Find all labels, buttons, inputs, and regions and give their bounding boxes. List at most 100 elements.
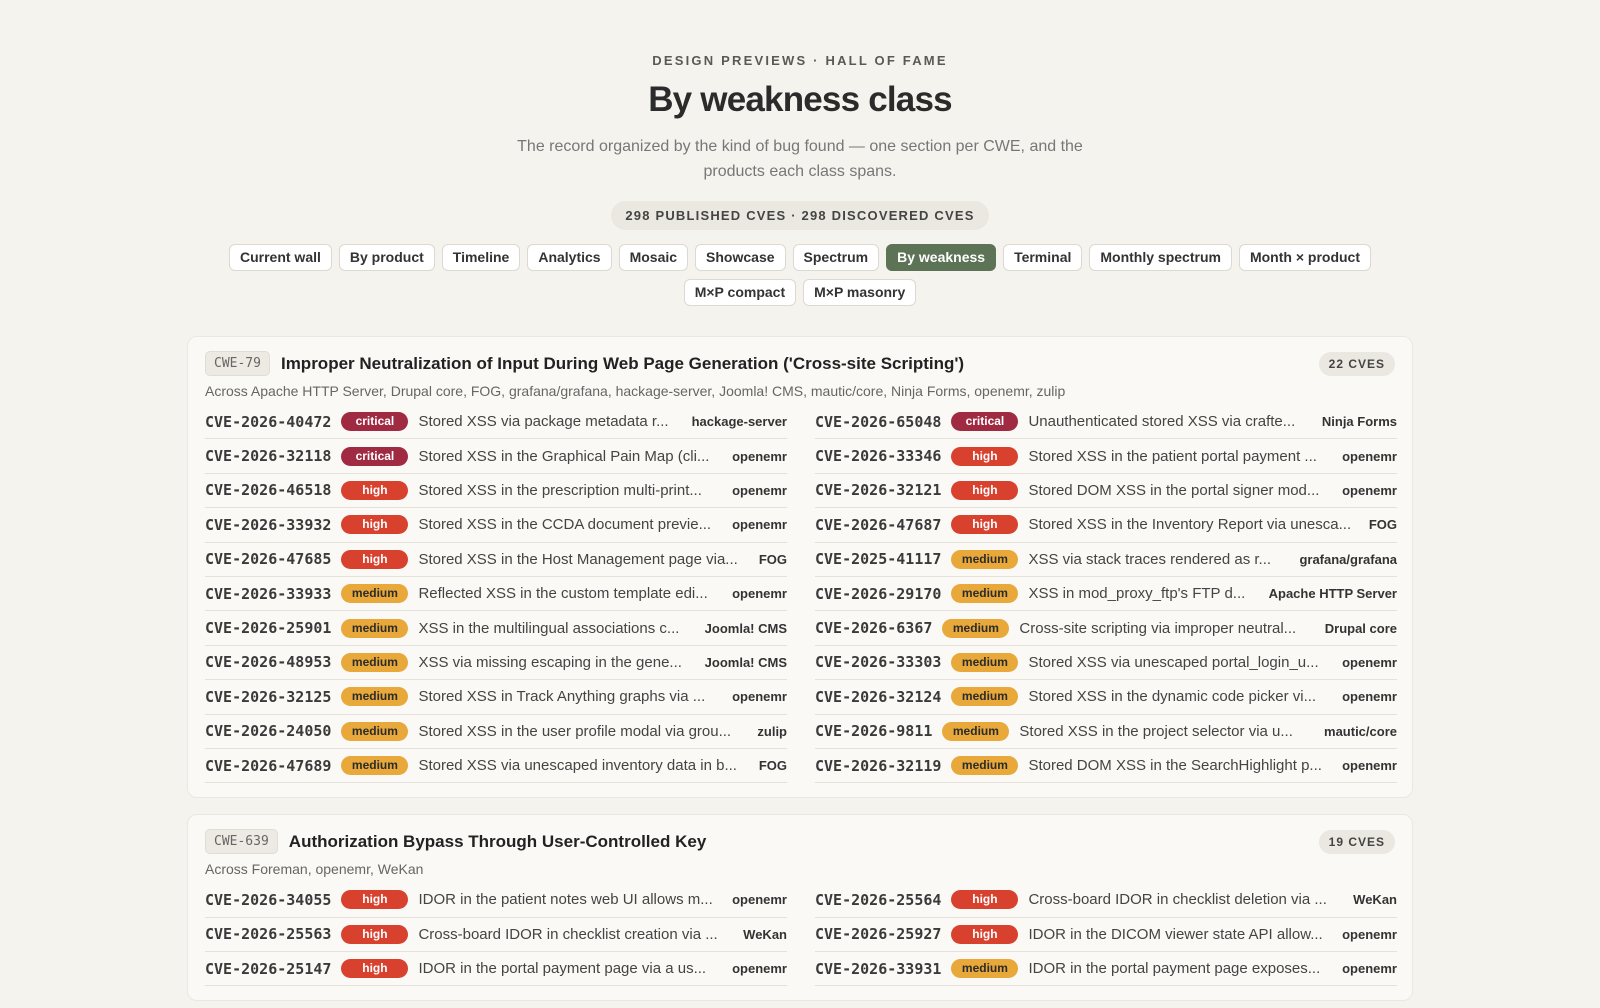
cve-row[interactable]: CVE-2026-33303 medium Stored XSS via unesc… (815, 646, 1397, 681)
product-name: WeKan (743, 926, 787, 942)
cve-row[interactable]: CVE-2026-32119 medium Stored DOM XSS in th… (815, 749, 1397, 784)
nav-timeline-button[interactable]: Timeline (441, 244, 521, 271)
cve-row[interactable]: CVE-2026-33933 medium Reflected XSS in the… (205, 577, 787, 612)
cve-row[interactable]: CVE-2026-46518 high Stored XSS in the pres… (205, 474, 787, 509)
cve-row[interactable]: CVE-2026-32124 medium Stored XSS in the dy… (815, 680, 1397, 715)
severity-badge: high (951, 515, 1019, 535)
product-name: openemr (1342, 654, 1397, 670)
cve-description: Stored XSS in the project selector via u… (1019, 722, 1293, 740)
nav-m-p-masonry-button[interactable]: M×P masonry (803, 279, 917, 306)
cve-row[interactable]: CVE-2026-9811 medium Stored XSS in the pro… (815, 715, 1397, 749)
cve-id-link[interactable]: CVE-2026-25563 (205, 925, 331, 943)
product-name: openemr (732, 961, 787, 977)
cve-id-link[interactable]: CVE-2026-24050 (205, 722, 331, 740)
nav-by-product-button[interactable]: By product (338, 244, 435, 271)
cve-id-link[interactable]: CVE-2026-48953 (205, 653, 331, 671)
cve-id-link[interactable]: CVE-2026-25564 (815, 891, 941, 909)
cve-id-link[interactable]: CVE-2026-46518 (205, 481, 331, 499)
section-products: Across Foreman, openemr, WeKan (205, 861, 424, 878)
cve-id-link[interactable]: CVE-2026-33303 (815, 653, 941, 671)
nav-terminal-button[interactable]: Terminal (1003, 244, 1083, 271)
cve-id-link[interactable]: CVE-2026-29170 (815, 585, 941, 603)
cve-row[interactable]: CVE-2026-32125 medium Stored XSS in Track … (205, 680, 787, 715)
cve-row[interactable]: CVE-2026-47687 high Stored XSS in the Inve… (815, 508, 1397, 543)
sections: CWE-79 Improper Neutralization of Input D… (187, 336, 1413, 1002)
cve-id-link[interactable]: CVE-2026-32118 (205, 447, 331, 465)
cve-id-link[interactable]: CVE-2026-65048 (815, 413, 941, 431)
nav-current-wall-button[interactable]: Current wall (228, 244, 332, 271)
cve-row[interactable]: CVE-2026-47685 high Stored XSS in the Host… (205, 543, 787, 577)
cve-description: Cross-board IDOR in checklist creation v… (418, 925, 718, 943)
cve-row[interactable]: CVE-2026-33932 high Stored XSS in the CCDA… (205, 508, 787, 543)
cve-row[interactable]: CVE-2026-32121 high Stored DOM XSS in the … (815, 474, 1397, 509)
nav-m-p-compact-button[interactable]: M×P compact (683, 279, 797, 306)
cve-row[interactable]: CVE-2026-25564 high Cross-board IDOR in ch… (815, 883, 1397, 918)
nav-monthly-spectrum-button[interactable]: Monthly spectrum (1089, 244, 1232, 271)
severity-badge: high (951, 924, 1019, 944)
severity-badge: medium (341, 721, 409, 741)
cve-description: Stored XSS in the Host Management page v… (418, 550, 738, 568)
product-name: FOG (1368, 517, 1397, 533)
cve-id-link[interactable]: CVE-2026-25901 (205, 619, 331, 637)
cve-row[interactable]: CVE-2026-34055 high IDOR in the patient no… (205, 883, 787, 918)
cve-description: Stored XSS in the user profile modal via… (418, 722, 732, 740)
cve-id-link[interactable]: CVE-2026-33931 (815, 960, 941, 978)
severity-badge: critical (341, 412, 409, 432)
cve-id-link[interactable]: CVE-2026-33933 (205, 585, 331, 603)
product-name: Joomla! CMS (704, 620, 787, 636)
cve-row[interactable]: CVE-2026-48953 medium XSS via missing esca… (205, 646, 787, 681)
product-name: WeKan (1353, 892, 1397, 908)
cve-row[interactable]: CVE-2026-32118 critical Stored XSS in the … (205, 439, 787, 474)
cve-row[interactable]: CVE-2026-25563 high Cross-board IDOR in ch… (205, 918, 787, 953)
cve-id-link[interactable]: CVE-2026-47687 (815, 516, 941, 534)
counts-badge: 298 PUBLISHED CVES · 298 DISCOVERED CVES (611, 201, 989, 230)
cve-id-link[interactable]: CVE-2026-34055 (205, 891, 331, 909)
cve-description: Stored XSS via package metadata r... (418, 413, 669, 431)
cve-id-link[interactable]: CVE-2026-47689 (205, 757, 331, 775)
cve-id-link[interactable]: CVE-2026-6367 (815, 619, 932, 637)
cve-row[interactable]: CVE-2026-65048 critical Unauthenticated st… (815, 405, 1397, 440)
product-name: openemr (732, 448, 787, 464)
cve-count-badge: 19 CVES (1318, 829, 1395, 854)
cve-row[interactable]: CVE-2025-41117 medium XSS via stack traces… (815, 543, 1397, 577)
cve-row[interactable]: CVE-2026-33931 medium IDOR in the portal p… (815, 952, 1397, 987)
nav-month-product-button[interactable]: Month × product (1238, 244, 1371, 271)
nav-by-weakness-button[interactable]: By weakness (886, 244, 997, 271)
nav-analytics-button[interactable]: Analytics (527, 244, 612, 271)
nav-showcase-button[interactable]: Showcase (695, 244, 786, 271)
nav-mosaic-button[interactable]: Mosaic (618, 244, 689, 271)
cve-id-link[interactable]: CVE-2026-32119 (815, 757, 941, 775)
cwe-section: CWE-79 Improper Neutralization of Input D… (187, 336, 1413, 799)
cve-description: Cross-board IDOR in checklist deletion v… (1028, 891, 1327, 909)
cve-description: Stored XSS via unescaped inventory data … (418, 757, 737, 775)
cve-row[interactable]: CVE-2026-25927 high IDOR in the DICOM view… (815, 918, 1397, 953)
cve-id-link[interactable]: CVE-2025-41117 (815, 550, 941, 568)
page-title: By weakness class (648, 80, 952, 119)
cve-id-link[interactable]: CVE-2026-25927 (815, 925, 941, 943)
cve-row[interactable]: CVE-2026-25147 high IDOR in the portal pay… (205, 952, 787, 987)
cve-row[interactable]: CVE-2026-47689 medium Stored XSS via unesc… (205, 749, 787, 784)
cve-description: Stored XSS in the prescription multi-pri… (418, 481, 702, 499)
section-title: Authorization Bypass Through User-Contro… (288, 831, 707, 851)
cve-row[interactable]: CVE-2026-29170 medium XSS in mod_proxy_ftp… (815, 577, 1397, 612)
cve-row[interactable]: CVE-2026-24050 medium Stored XSS in the us… (205, 715, 787, 749)
cve-row[interactable]: CVE-2026-33346 high Stored XSS in the pati… (815, 439, 1397, 474)
cve-id-link[interactable]: CVE-2026-32125 (205, 688, 331, 706)
cve-id-link[interactable]: CVE-2026-40472 (205, 413, 331, 431)
nav-spectrum-button[interactable]: Spectrum (792, 244, 880, 271)
cve-id-link[interactable]: CVE-2026-25147 (205, 960, 331, 978)
cve-id-link[interactable]: CVE-2026-33932 (205, 516, 331, 534)
cve-row[interactable]: CVE-2026-6367 medium Cross-site scripting … (815, 611, 1397, 646)
cve-id-link[interactable]: CVE-2026-32121 (815, 481, 941, 499)
cve-row[interactable]: CVE-2026-25901 medium XSS in the multiling… (205, 611, 787, 646)
severity-badge: medium (951, 687, 1019, 707)
cve-id-link[interactable]: CVE-2026-32124 (815, 688, 941, 706)
cve-description: Stored XSS in the Graphical Pain Map (cl… (418, 447, 710, 465)
section-header: CWE-79 Improper Neutralization of Input D… (205, 351, 1395, 376)
cve-description: XSS via missing escaping in the gene... (418, 653, 682, 671)
cve-id-link[interactable]: CVE-2026-9811 (815, 722, 932, 740)
product-name: openemr (1342, 689, 1397, 705)
cve-id-link[interactable]: CVE-2026-47685 (205, 550, 331, 568)
cve-row[interactable]: CVE-2026-40472 critical Stored XSS via pac… (205, 405, 787, 440)
cve-id-link[interactable]: CVE-2026-33346 (815, 447, 941, 465)
